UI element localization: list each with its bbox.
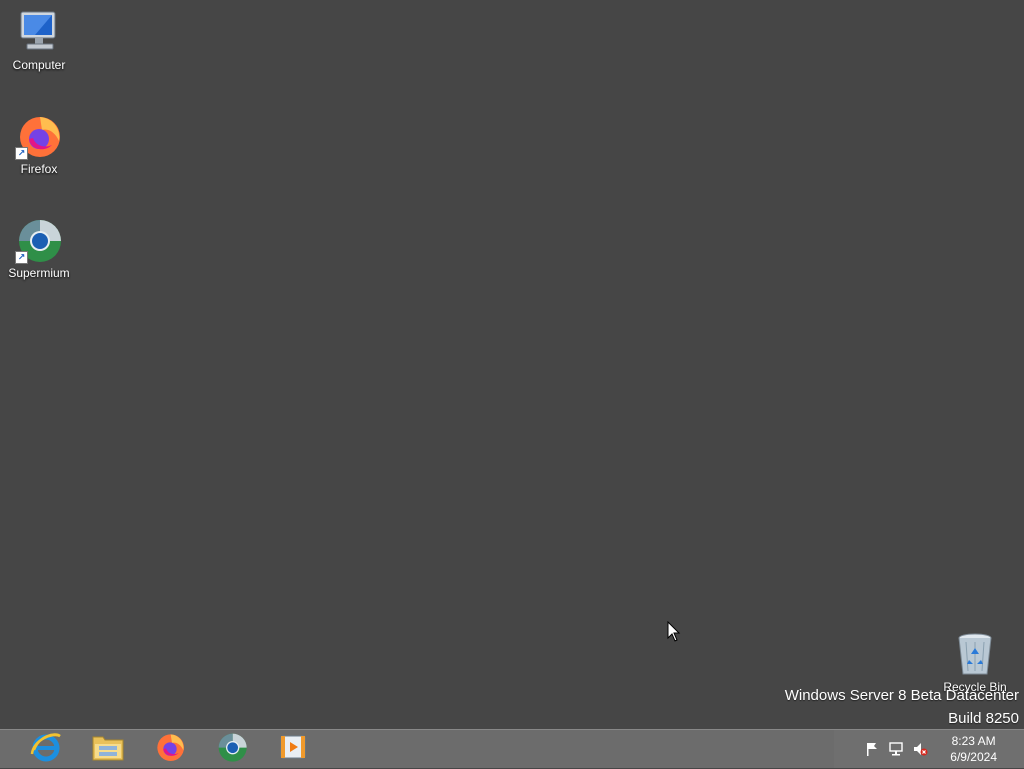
folder-icon [91,732,125,767]
taskbar-internet-explorer[interactable] [18,731,74,767]
desktop-icon-label: Firefox [20,162,58,176]
computer-icon [15,8,63,56]
volume-muted-icon[interactable] [912,741,928,757]
supermium-icon: ↗ [15,216,63,264]
shortcut-arrow-icon: ↗ [15,251,28,264]
firefox-icon: ↗ [15,112,63,160]
action-center-flag-icon[interactable] [864,741,880,757]
firefox-icon [154,731,186,768]
system-tray: 8:23 AM 6/9/2024 [834,730,1024,768]
clock-date: 6/9/2024 [950,750,997,764]
mouse-pointer-icon [667,620,681,643]
shortcut-arrow-icon: ↗ [15,147,28,160]
taskbar-clock[interactable]: 8:23 AM 6/9/2024 [950,733,997,765]
desktop-icon-label: Supermium [8,266,70,280]
desktop-icon-computer[interactable]: Computer [0,8,78,72]
desktop-icon-label: Computer [12,58,66,72]
desktop-icon-supermium[interactable]: ↗ Supermium [0,216,78,280]
windows-version-watermark: Windows Server 8 Beta Datacenter Build 8… [785,684,1019,730]
watermark-edition: Windows Server 8 Beta Datacenter [784,687,1019,704]
taskbar: 8:23 AM 6/9/2024 [0,729,1024,768]
clock-time: 8:23 AM [951,734,996,748]
watermark-build: Build 8250 [948,710,1019,727]
recycle-bin-icon [951,630,999,678]
network-icon[interactable] [888,741,904,757]
taskbar-media-player[interactable] [265,731,321,767]
internet-explorer-icon [29,730,63,769]
taskbar-firefox[interactable] [142,731,198,767]
taskbar-file-explorer[interactable] [80,731,136,767]
desktop-icon-firefox[interactable]: ↗ Firefox [0,112,78,176]
media-player-icon [279,733,307,766]
supermium-icon [216,731,248,768]
taskbar-supermium[interactable] [204,731,260,767]
